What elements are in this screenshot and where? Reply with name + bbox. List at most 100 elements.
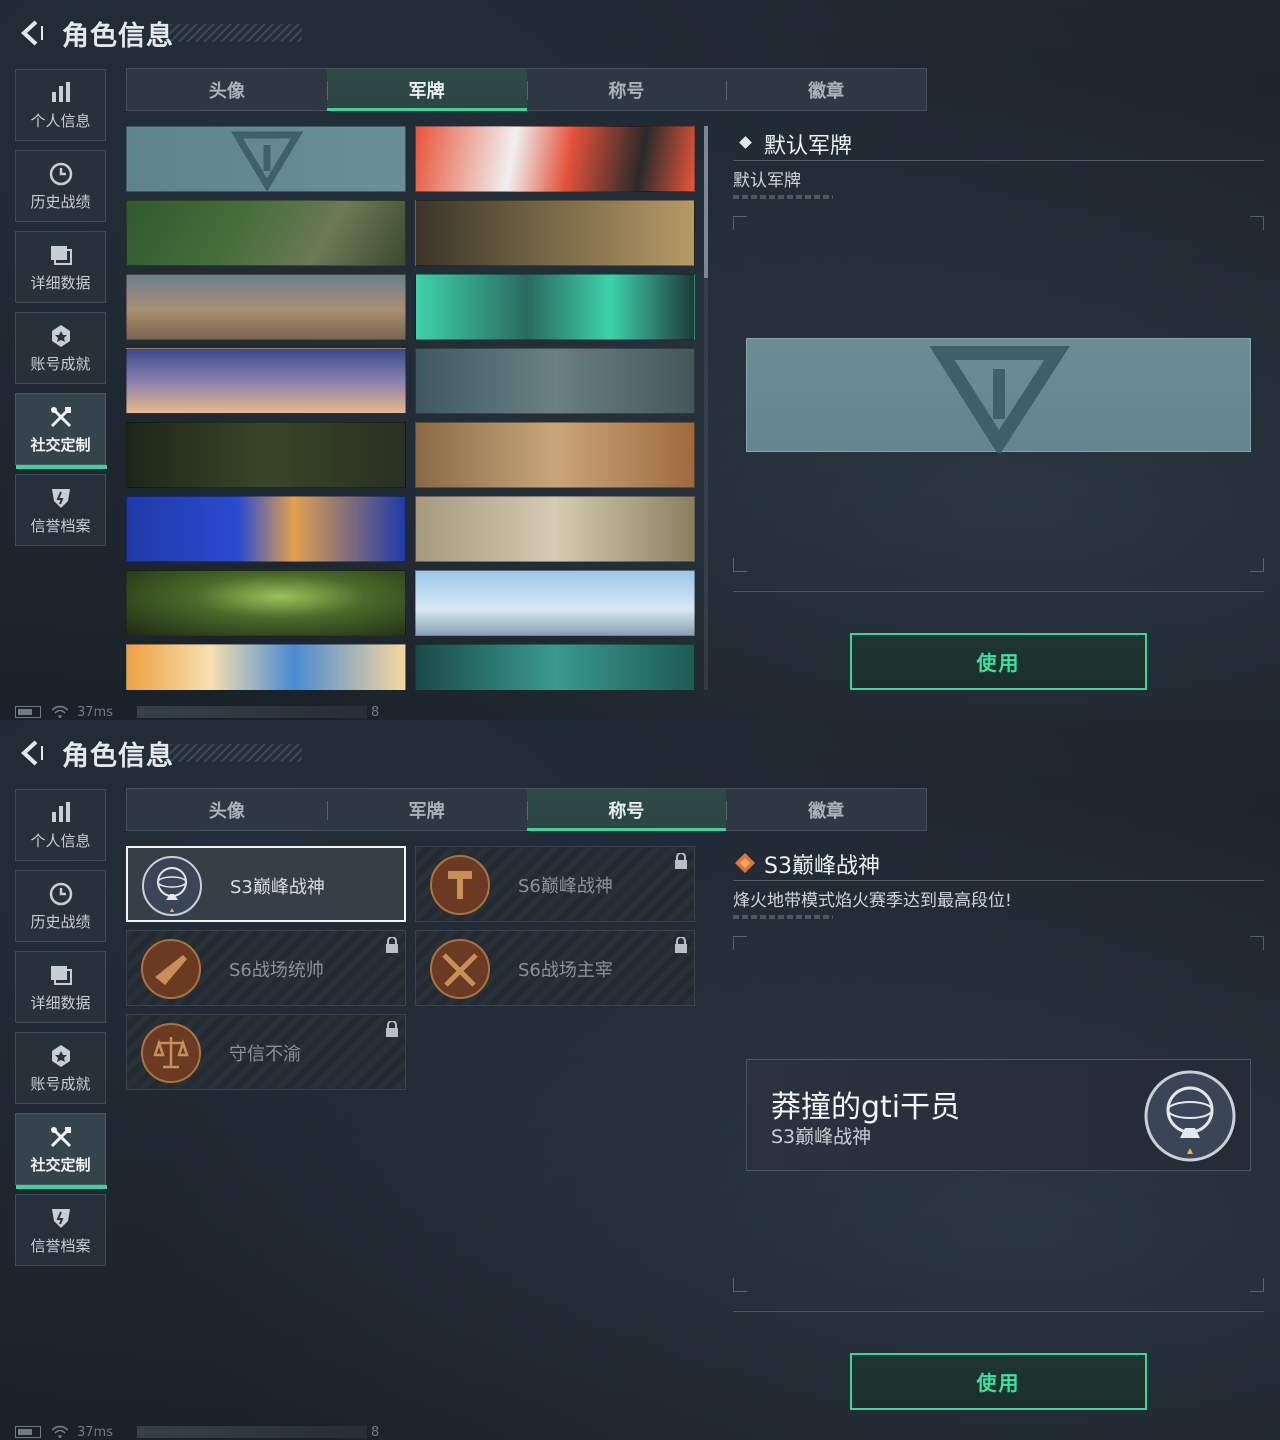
tab-dogtag[interactable]: 军牌 [326, 789, 527, 830]
dogtag-card[interactable] [126, 644, 406, 690]
detail-title: 默认军牌 [764, 134, 853, 159]
detail-description: 默认军牌 [733, 171, 801, 191]
dogtag-card[interactable] [126, 200, 406, 266]
dogtag-card[interactable] [126, 570, 406, 636]
screen-titles: 角色信息 个人信息 历史战绩 详细数据 账号成就 社交定制 信誉档案 头像 军牌 [0, 720, 1280, 1440]
lock-icon [386, 937, 398, 953]
tab-title[interactable]: 称号 [526, 69, 727, 110]
dogtag-card[interactable] [415, 422, 695, 488]
crossed-flags-emblem-icon [430, 939, 490, 999]
sidebar-item-history[interactable]: 历史战绩 [15, 870, 106, 942]
title-name: S3巅峰战神 [230, 877, 325, 898]
title-diamond-icon [735, 853, 755, 873]
sidebar-item-label: 详细数据 [30, 993, 91, 1012]
dogtag-card[interactable] [126, 274, 406, 340]
lock-icon [675, 853, 687, 869]
gti-logo-icon [929, 346, 1070, 457]
ping-value: 37ms [77, 704, 113, 720]
sidebar-item-label: 账号成就 [30, 354, 91, 373]
nameplate-preview: 莽撞的gti干员 S3巅峰战神 [746, 1059, 1251, 1171]
tab-badge[interactable]: 徽章 [726, 69, 926, 110]
sidebar: 个人信息 历史战绩 详细数据 账号成就 社交定制 信誉档案 [15, 69, 107, 555]
sidebar-item-label: 历史战绩 [30, 192, 91, 211]
title-card[interactable]: S6战场统帅 [126, 930, 406, 1006]
title-name: S6巅峰战神 [518, 876, 613, 897]
page-title: 角色信息 [62, 741, 174, 772]
diamond-icon [739, 136, 752, 149]
document-stack-icon [50, 965, 72, 985]
globe-emblem-icon [142, 856, 202, 916]
status-number: 8 [370, 704, 380, 720]
dogtag-card[interactable] [415, 200, 695, 266]
title-card[interactable]: 守信不渝 [126, 1014, 406, 1090]
tab-avatar[interactable]: 头像 [127, 789, 327, 830]
tab-dogtag[interactable]: 军牌 [326, 69, 527, 111]
back-arrow-icon[interactable] [14, 16, 48, 50]
divider [733, 1311, 1264, 1312]
status-field [136, 1426, 367, 1438]
sidebar-item-label: 详细数据 [30, 273, 91, 292]
title-card[interactable]: S6战场主宰 [415, 930, 695, 1006]
grid-scrollbar[interactable] [704, 126, 708, 690]
history-clock-icon [49, 162, 72, 185]
sidebar-item-reputation[interactable]: 信誉档案 [15, 1194, 106, 1266]
lock-icon [386, 1021, 398, 1037]
dogtag-card[interactable] [415, 570, 695, 636]
sidebar-item-achievements[interactable]: 账号成就 [15, 1032, 106, 1104]
dogtag-card[interactable] [415, 348, 695, 414]
sidebar-item-personal-info[interactable]: 个人信息 [15, 69, 106, 141]
sidebar: 个人信息 历史战绩 详细数据 账号成就 社交定制 信誉档案 [15, 789, 107, 1275]
dogtag-card[interactable] [126, 348, 406, 414]
dogtag-card[interactable] [415, 274, 695, 340]
dogtag-preview [746, 338, 1251, 457]
description-decoration [733, 915, 833, 919]
tab-avatar[interactable]: 头像 [127, 69, 327, 110]
dogtag-card[interactable] [126, 496, 406, 562]
tab-badge[interactable]: 徽章 [726, 789, 926, 830]
scroll-thumb[interactable] [704, 126, 708, 278]
document-stack-icon [50, 245, 72, 265]
lock-icon [675, 937, 687, 953]
title-card[interactable]: S3巅峰战神 [126, 846, 406, 922]
screen-dogtags: 角色信息 个人信息 历史战绩 详细数据 账号成就 社交定制 信誉档案 头像 军牌 [0, 0, 1280, 720]
hammer-emblem-icon [430, 855, 490, 915]
player-name: 莽撞的gti干员 [771, 1090, 961, 1125]
sidebar-item-details[interactable]: 详细数据 [15, 231, 106, 303]
sidebar-item-achievements[interactable]: 账号成就 [15, 312, 106, 384]
divider [733, 160, 1264, 161]
use-button[interactable]: 使用 [850, 633, 1147, 690]
wifi-icon [51, 705, 69, 719]
divider [733, 880, 1264, 881]
description-decoration [733, 195, 833, 199]
sidebar-item-label: 信誉档案 [30, 1236, 91, 1255]
status-number: 8 [370, 1424, 380, 1440]
tab-title[interactable]: 称号 [526, 789, 727, 831]
dogtag-card[interactable] [126, 422, 406, 488]
dogtag-card[interactable] [415, 126, 695, 192]
sidebar-item-personal-info[interactable]: 个人信息 [15, 789, 106, 861]
sidebar-item-details[interactable]: 详细数据 [15, 951, 106, 1023]
dogtag-card[interactable] [415, 644, 695, 690]
sidebar-item-history[interactable]: 历史战绩 [15, 150, 106, 222]
sidebar-item-reputation[interactable]: 信誉档案 [15, 474, 106, 546]
title-decoration [170, 24, 302, 42]
title-name: 守信不渝 [229, 1044, 301, 1065]
history-clock-icon [49, 882, 72, 905]
back-arrow-icon[interactable] [14, 736, 48, 770]
achievement-icon [51, 1044, 70, 1067]
sidebar-item-social[interactable]: 社交定制 [15, 1113, 107, 1189]
dogtag-card[interactable] [126, 126, 406, 192]
sidebar-item-label: 社交定制 [30, 435, 91, 454]
sidebar-item-social[interactable]: 社交定制 [15, 393, 107, 469]
tools-icon [50, 406, 71, 427]
dogtag-card[interactable] [415, 496, 695, 562]
use-button[interactable]: 使用 [850, 1353, 1147, 1410]
ping-value: 37ms [77, 1424, 113, 1440]
globe-emblem-icon [1144, 1070, 1236, 1162]
scales-emblem-icon [141, 1023, 201, 1083]
sidebar-item-label: 账号成就 [30, 1074, 91, 1093]
detail-title: S3巅峰战神 [764, 854, 880, 879]
title-card[interactable]: S6巅峰战神 [415, 846, 695, 922]
title-name: S6战场统帅 [229, 960, 324, 981]
shield-icon [51, 1208, 70, 1228]
